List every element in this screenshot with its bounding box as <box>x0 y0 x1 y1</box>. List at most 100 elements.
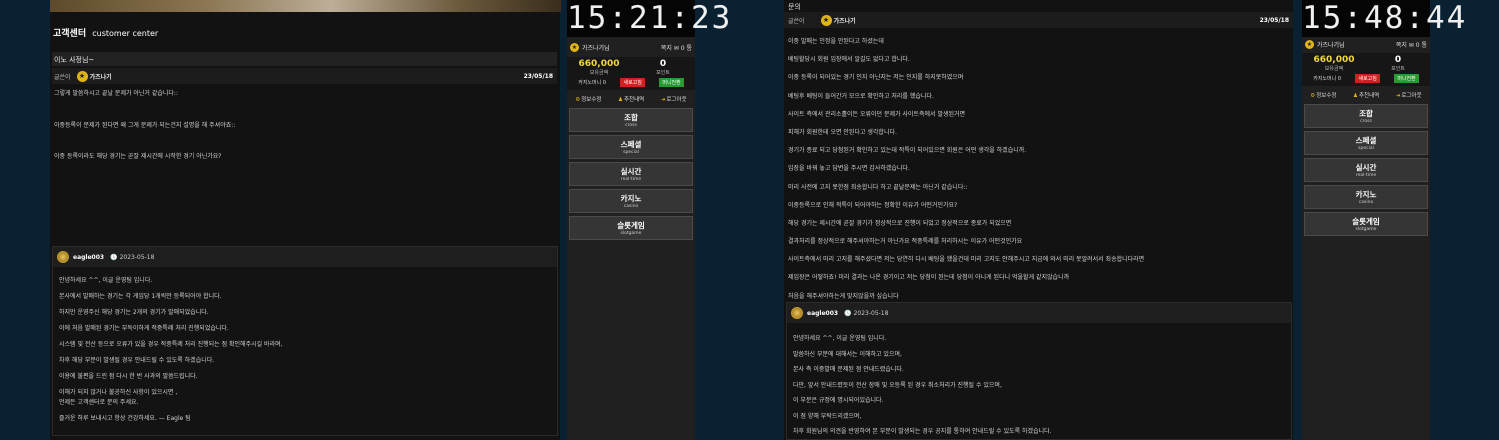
casino-row: 카지노머니 0 새로고침 머니전환 <box>1302 72 1430 86</box>
reply-line: 안녕하세요 ^^, 이글 운영팀 입니다. <box>59 277 153 284</box>
reply-line: 말씀하신 부분에 대해서는 이해하고 있으며, <box>793 350 902 358</box>
user-name: 가즈나기님 <box>582 44 610 52</box>
logout-label: 로그아웃 <box>1401 93 1422 99</box>
menu-realtime-button[interactable]: 실시간 real-time <box>569 162 693 186</box>
referral-link[interactable]: ♟추천내역 <box>618 95 644 103</box>
logout-link[interactable]: ➜로그아웃 <box>1396 91 1422 99</box>
reply-line: 이해가 되지 않거나 불공하신 사항이 있으시면 , <box>59 389 178 396</box>
reply-line: 안녕하세요 ^^, 이글 운영팀 입니다. <box>793 335 887 342</box>
menu-cross-button[interactable]: 조합 cross <box>1304 104 1428 128</box>
user-row: ★ 가즈나기님 쪽지 ✉ 0 통 <box>567 40 695 54</box>
reply-line: 다만, 앞서 안내드렸듯이 전산 장애 및 오등록 된 경우 취소처리가 진행될… <box>793 381 1002 389</box>
casino-money: 카지노머니 0 <box>1313 75 1342 82</box>
reply-line: 이에 처음 발매된 경기는 부득이하게 적중특례 처리 진행되었습니다. <box>59 325 229 332</box>
money-convert-button[interactable]: 머니전환 <box>659 77 684 87</box>
money-label: 보유금액 <box>589 70 609 76</box>
menu-label: 실시간 <box>620 167 642 176</box>
top-banner-image <box>50 0 561 12</box>
inquiry-title: 문의 <box>788 3 801 11</box>
money-convert-button[interactable]: 머니전환 <box>1394 73 1419 83</box>
post-author: 가즈나기 <box>89 73 112 81</box>
page-title-label: 고객센터 <box>53 29 87 39</box>
refresh-button[interactable]: 새로고침 <box>1355 73 1380 83</box>
post-title: 이노 사정님~ <box>52 52 557 66</box>
menu-sublabel: special <box>623 150 639 155</box>
question-line <box>54 104 235 120</box>
question-body: 그렇게 말씀하시고 끝날 문제가 아닌거 같습니다:: 이중등록이 문제가 된다… <box>54 88 235 167</box>
edit-info-label: 정보수정 <box>1316 93 1337 99</box>
menu-casino-button[interactable]: 카지노 casino <box>569 189 693 213</box>
reply-line: 본사에서 발매하는 경기는 각 게임당 1개씩만 등록되어야 합니다. <box>59 293 222 300</box>
menu-cross-button[interactable]: 조합 cross <box>569 108 693 132</box>
menu-slotgame-button[interactable]: 슬롯게임 slotgame <box>569 216 693 240</box>
point-value: 0 <box>1394 55 1402 65</box>
writer-label: 글쓴이 <box>788 17 805 25</box>
inquiry-line: 이중 등록이 되어있는 경기 인지 아닌지는 저는 인지를 하지못하였으며 <box>788 74 964 82</box>
inquiry-line: 피해가 회원한테 오면 안된다고 생각합니다. <box>788 128 897 136</box>
referral-link[interactable]: ♟추천내역 <box>1353 91 1379 99</box>
point-stat: 0 포인트 <box>1366 53 1430 72</box>
reply-header: eagle003 🕓 2023-05-18 <box>787 303 1291 323</box>
point-label: 포인트 <box>1391 66 1405 72</box>
menu-sublabel: real-time <box>1355 173 1377 178</box>
money-value: 660,000 <box>578 59 620 69</box>
menu-casino-button[interactable]: 카지노 casino <box>1304 185 1428 209</box>
reply-header: eagle003 🕓 2023-05-18 <box>53 247 557 267</box>
logout-link[interactable]: ➜로그아웃 <box>661 95 687 103</box>
edit-info-link[interactable]: ⚙정보수정 <box>575 95 601 103</box>
logout-icon: ➜ <box>1395 93 1401 99</box>
reply-body: 안녕하세요 ^^, 이글 운영팀 입니다. 본사에서 발매하는 경기는 각 게임… <box>59 275 283 429</box>
referral-label: 추천내역 <box>623 97 645 103</box>
reply-line: 본사 측 이중발매 문제된 점 안내드렸습니다. <box>793 366 904 373</box>
reply-author: eagle003 <box>807 309 839 317</box>
inquiry-line: 이중등록으로 인해 적특이 되어야하는 정확한 이유가 어떤거인가요? <box>788 201 958 209</box>
level-star-icon: ★ <box>820 14 832 26</box>
message-link[interactable]: 쪽지 ✉ 0 통 <box>661 43 692 52</box>
message-label: 쪽지 <box>660 44 672 52</box>
post-meta: 글쓴이 ★ 가즈나기 23/05/18 <box>52 68 557 84</box>
menu-label: 실시간 <box>1355 163 1377 172</box>
menu-special-button[interactable]: 스페셜 special <box>1304 131 1428 155</box>
inquiry-body: 이중 발매는 인정을 안된다고 하셨는데 베팅할당시 회원 입장에서 알길도 없… <box>788 36 1144 309</box>
menu-label: 카지노 <box>1355 190 1377 199</box>
reply-author: eagle003 <box>73 253 105 261</box>
menu-label: 스페셜 <box>1355 136 1377 145</box>
logout-label: 로그아웃 <box>666 97 687 103</box>
page-subtitle: customer center <box>92 29 159 38</box>
question-line: 이중 등록이라도 해당 경기는 곧잘 제시간에 시작한 경기 아닌가요? <box>54 153 222 161</box>
reply-line: 차후 해당 부분이 발생될 경우 안내드릴 수 있도록 하겠습니다. <box>59 357 215 364</box>
menu-realtime-button[interactable]: 실시간 real-time <box>1304 158 1428 182</box>
money-value: 660,000 <box>1313 55 1355 65</box>
inquiry-line: 사이트측에서 미리 고지를 해주셨다면 저는 당연히 다시 베팅을 했을건데 미… <box>788 256 1145 264</box>
reply-line: 언제든 고객센터로 문의 주세요. <box>59 399 139 406</box>
inquiry-line: 입장을 바꿔 놓고 답변을 주시면 감사하겠습니다. <box>788 165 910 173</box>
inquiry-line: 베팅할당시 회원 입장에서 알길도 없다고 합니다. <box>788 56 910 64</box>
menu-sublabel: special <box>1358 146 1374 151</box>
customer-center-panel-left: 고객센터 customer center 이노 사정님~ 글쓴이 ★ 가즈나기 … <box>50 12 560 440</box>
balance-stats: 660,000 보유금액 0 포인트 <box>567 57 695 76</box>
users-icon: ♟ <box>1353 93 1358 99</box>
menu-slotgame-button[interactable]: 슬롯게임 slotgame <box>1304 212 1428 236</box>
user-name: 가즈나기님 <box>1317 41 1345 49</box>
menu-label: 조합 <box>624 113 638 122</box>
balance-stats: 660,000 보유금액 0 포인트 <box>1302 53 1430 72</box>
edit-info-label: 정보수정 <box>581 97 602 103</box>
menu-label: 스페셜 <box>620 140 642 149</box>
casino-money: 카지노머니 0 <box>578 79 607 86</box>
clock-icon: 🕓 <box>110 253 118 261</box>
menu-special-button[interactable]: 스페셜 special <box>569 135 693 159</box>
message-link[interactable]: 쪽지 ✉ 0 통 <box>1396 40 1427 49</box>
menu-sublabel: slotgame <box>620 231 642 236</box>
user-sidebar-right: 15:48:44 ★ 가즈나기님 쪽지 ✉ 0 통 660,000 보유금액 0… <box>1302 0 1465 440</box>
edit-info-link[interactable]: ⚙정보수정 <box>1310 91 1336 99</box>
envelope-icon: ✉ <box>673 44 679 52</box>
inquiry-line: 이중 발매는 인정을 안된다고 하셨는데 <box>788 38 884 45</box>
money-stat: 660,000 보유금액 <box>1302 53 1366 72</box>
refresh-button[interactable]: 새로고침 <box>620 77 645 87</box>
reply-line: 이 부분은 규정에 명시되어있습니다. <box>793 397 884 404</box>
inquiry-line: 결과처리를 정상적으로 해주셔야하는거 아닌가요 적중특례를 처리하시는 이유가… <box>788 238 1023 246</box>
users-icon: ♟ <box>618 97 623 103</box>
menu-sublabel: real-time <box>620 177 642 182</box>
reply-line: 이 점 양해 부탁드리겠으며, <box>793 412 862 420</box>
question-line: 그렇게 말씀하시고 끝날 문제가 아닌거 같습니다:: <box>54 90 178 97</box>
